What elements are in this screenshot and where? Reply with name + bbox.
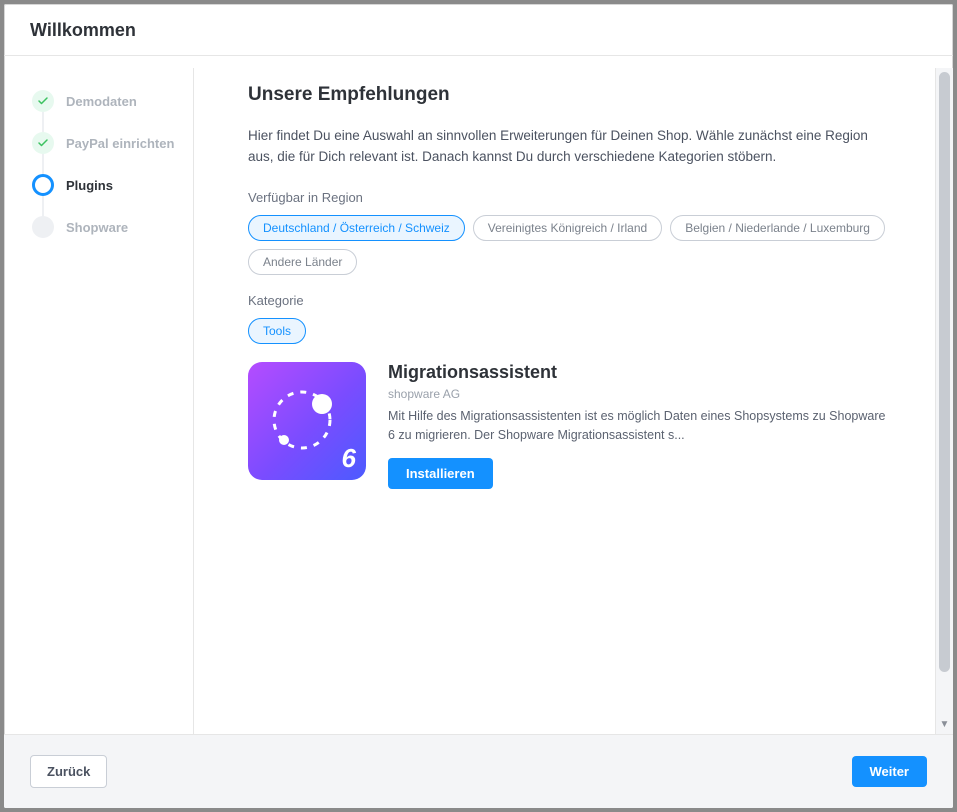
wizard-body: Demodaten PayPal einrichten Plugins Shop… <box>4 56 953 734</box>
back-button[interactable]: Zurück <box>30 755 107 788</box>
wizard-header: Willkommen <box>4 4 953 56</box>
scroll-thumb[interactable] <box>939 72 950 672</box>
plugin-description: Mit Hilfe des Migrationsassistenten ist … <box>388 407 895 445</box>
region-pill-other[interactable]: Andere Länder <box>248 249 357 275</box>
plugin-publisher: shopware AG <box>388 387 895 401</box>
next-button[interactable]: Weiter <box>852 756 928 787</box>
scrollbar[interactable]: ▲ ▼ <box>935 68 953 734</box>
step-demodaten[interactable]: Demodaten <box>32 80 185 122</box>
plugin-body: Migrationsassistent shopware AG Mit Hilf… <box>388 362 895 490</box>
region-pill-dach[interactable]: Deutschland / Österreich / Schweiz <box>248 215 465 241</box>
region-pill-uk-ie[interactable]: Vereinigtes Königreich / Irland <box>473 215 662 241</box>
section-intro: Hier findet Du eine Auswahl an sinnvolle… <box>248 126 895 168</box>
steps-sidebar: Demodaten PayPal einrichten Plugins Shop… <box>4 68 194 734</box>
wizard-footer: Zurück Weiter <box>4 734 953 808</box>
install-button[interactable]: Installieren <box>388 458 493 489</box>
main-wrap: Unsere Empfehlungen Hier findet Du eine … <box>194 68 953 734</box>
step-label: Plugins <box>66 178 113 193</box>
plugin-icon-badge: 6 <box>342 443 356 474</box>
category-pill-tools[interactable]: Tools <box>248 318 306 344</box>
region-pill-benelux[interactable]: Belgien / Niederlande / Luxemburg <box>670 215 885 241</box>
region-group-label: Verfügbar in Region <box>248 190 895 205</box>
plugin-card: 6 Migrationsassistent shopware AG Mit Hi… <box>248 362 895 490</box>
region-pills: Deutschland / Österreich / Schweiz Verei… <box>248 215 895 275</box>
circle-current-icon <box>32 174 54 196</box>
step-paypal[interactable]: PayPal einrichten <box>32 122 185 164</box>
check-icon <box>32 90 54 112</box>
step-shopware[interactable]: Shopware <box>32 206 185 248</box>
circle-upcoming-icon <box>32 216 54 238</box>
main-content: Unsere Empfehlungen Hier findet Du eine … <box>194 68 935 734</box>
scroll-down-icon[interactable]: ▼ <box>936 716 953 732</box>
wizard-window: Willkommen Demodaten PayPal einrichten P… <box>4 4 953 808</box>
step-label: Demodaten <box>66 94 137 109</box>
category-pills: Tools <box>248 318 895 344</box>
check-icon <box>32 132 54 154</box>
step-label: PayPal einrichten <box>66 136 174 151</box>
step-plugins[interactable]: Plugins <box>32 164 185 206</box>
step-label: Shopware <box>66 220 128 235</box>
plugin-title: Migrationsassistent <box>388 362 895 383</box>
category-group-label: Kategorie <box>248 293 895 308</box>
section-title: Unsere Empfehlungen <box>248 84 895 106</box>
plugin-icon: 6 <box>248 362 366 480</box>
page-title: Willkommen <box>30 20 927 41</box>
